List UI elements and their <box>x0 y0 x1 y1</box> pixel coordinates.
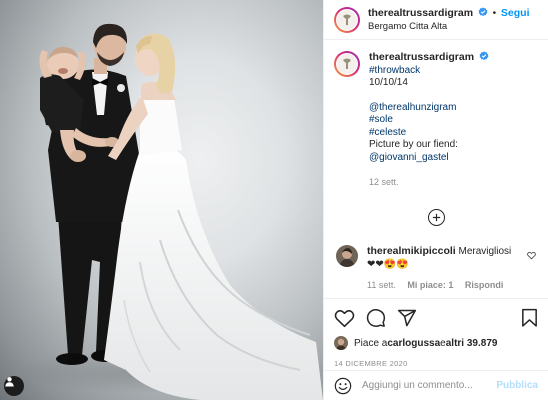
comment-button[interactable] <box>366 308 386 328</box>
post-photo[interactable] <box>0 0 323 400</box>
publish-button[interactable]: Pubblica <box>496 380 538 391</box>
comment-time-ago[interactable]: 11 sett. <box>367 280 396 290</box>
comment-text: Meravigliosi <box>458 245 512 257</box>
load-more-button[interactable] <box>427 208 445 226</box>
tagged-people-button[interactable] <box>4 376 24 396</box>
person-icon <box>5 377 14 387</box>
comments-section[interactable]: therealtrussardigram #throwback 10/10/14… <box>324 41 548 297</box>
smiley-icon <box>334 377 352 394</box>
caption-mention-link[interactable]: @giovanni_gastel <box>369 152 538 165</box>
commenter-username[interactable]: therealmikipiccoli <box>367 245 456 257</box>
follow-button[interactable]: Segui <box>501 7 530 19</box>
author-avatar[interactable] <box>334 6 360 33</box>
share-button[interactable] <box>397 308 417 328</box>
caption-hashtag-link[interactable]: #celeste <box>369 127 538 140</box>
avatar-photo-icon <box>334 336 348 350</box>
comment-likes[interactable]: Mi piace: 1 <box>407 280 453 290</box>
author-username[interactable]: therealtrussardigram <box>368 7 473 19</box>
comment-like-heart-icon[interactable] <box>527 251 536 260</box>
add-comment-bar: Pubblica <box>324 370 548 400</box>
likes-prefix: Piace a <box>354 337 388 349</box>
likes-others-count[interactable]: altri 39.879 <box>446 338 498 349</box>
caption-author-avatar[interactable] <box>334 51 360 77</box>
post-location[interactable]: Bergamo Citta Alta <box>368 20 530 33</box>
caption-hashtag-link[interactable]: #sole <box>369 114 538 127</box>
comment-icon <box>366 309 386 327</box>
like-button[interactable] <box>334 308 355 328</box>
trussardi-logo-icon <box>337 9 357 30</box>
trussardi-logo-icon <box>337 54 357 74</box>
liker-avatar <box>334 336 348 350</box>
caption: therealtrussardigram #throwback 10/10/14… <box>334 51 538 189</box>
emoji-button[interactable] <box>334 377 352 395</box>
plus-icon <box>432 213 440 221</box>
caption-hashtag-link[interactable]: #throwback <box>369 65 420 76</box>
likes-summary[interactable]: Piace a carlogussa e altri 39.879 <box>334 336 538 350</box>
verified-badge-icon <box>478 6 488 16</box>
post-date[interactable]: 14 DICEMBRE 2020 <box>334 359 538 368</box>
comment-item: therealmikipiccoli Meravigliosi ❤❤😍😍 11 … <box>334 244 538 292</box>
separator-dot: • <box>492 7 497 19</box>
action-bar: Piace a carlogussa e altri 39.879 14 DIC… <box>324 298 548 368</box>
bookmark-icon <box>522 308 537 327</box>
caption-mention-link[interactable]: @therealhunzigram <box>369 102 538 115</box>
verified-badge-icon <box>479 51 489 61</box>
caption-author-username[interactable]: therealtrussardigram <box>369 51 474 63</box>
liked-by-username[interactable]: carlogussa <box>387 338 440 349</box>
wedding-photo-illustration <box>10 23 323 400</box>
instagram-post: therealtrussardigram • Segui Bergamo Cit… <box>0 0 548 400</box>
caption-text: Picture by our fiend: <box>369 139 458 150</box>
avatar-photo-icon <box>336 244 358 267</box>
caption-time-ago[interactable]: 12 sett. <box>369 176 538 189</box>
load-more-comments <box>334 208 538 226</box>
caption-date-text: 10/10/14 <box>369 77 408 88</box>
post-side-panel: therealtrussardigram • Segui Bergamo Cit… <box>323 0 548 400</box>
post-header: therealtrussardigram • Segui Bergamo Cit… <box>324 0 548 40</box>
save-button[interactable] <box>521 308 538 328</box>
share-icon <box>397 309 417 327</box>
reply-button[interactable]: Rispondi <box>465 280 504 290</box>
comment-emojis: ❤❤😍😍 <box>367 258 409 270</box>
heart-icon <box>334 310 355 328</box>
comment-input[interactable] <box>362 380 497 391</box>
commenter-avatar[interactable] <box>336 244 358 267</box>
